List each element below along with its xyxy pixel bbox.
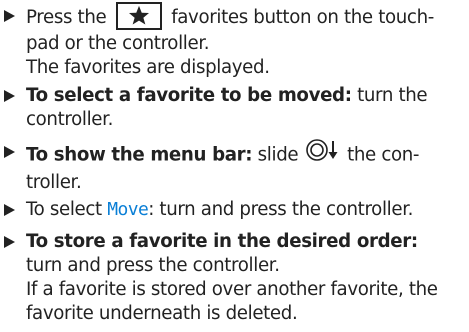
- step-select-favorite: To select a favorite to be moved: turn t…: [4, 84, 464, 132]
- step-text: To select: [26, 199, 108, 220]
- step-result: The favorites are displayed.: [26, 57, 270, 78]
- step-text: turn and press the controller.: [26, 255, 280, 276]
- step-show-menu-bar: To show the menu bar: slide the con- tro…: [4, 138, 464, 195]
- bullet-arrow-icon: [4, 236, 15, 248]
- step-heading: To show the menu bar:: [26, 144, 253, 166]
- step-text: Press the: [26, 7, 112, 28]
- step-result: favorite underneath is deleted.: [26, 303, 298, 324]
- step-result: If a favorite is stored over another fav…: [26, 279, 438, 300]
- bullet-arrow-icon: [4, 10, 15, 22]
- bullet-arrow-icon: [4, 90, 15, 102]
- step-text: pad or the controller.: [26, 33, 210, 54]
- step-text: the con-: [341, 144, 420, 166]
- menu-term-move: Move: [107, 199, 149, 220]
- step-press-favorites: Press the favorites button on the touch-…: [4, 2, 464, 80]
- slide-down-icon: [305, 138, 340, 169]
- bullet-arrow-icon: [4, 204, 15, 216]
- step-text: troller.: [26, 172, 82, 193]
- step-store-favorite: To store a favorite in the desired order…: [4, 230, 464, 326]
- step-text: turn the: [351, 85, 428, 106]
- step-text: : turn and press the controller.: [148, 199, 414, 220]
- instruction-list: Press the favorites button on the touch-…: [0, 0, 469, 332]
- step-select-move: To select Move: turn and press the contr…: [4, 198, 464, 222]
- step-text: slide: [252, 144, 304, 166]
- step-text: favorites button on the touch-: [165, 7, 434, 28]
- step-text: controller.: [26, 109, 114, 130]
- step-heading: To select a favorite to be moved:: [26, 85, 352, 106]
- step-heading: To store a favorite in the desired order…: [26, 231, 418, 252]
- bullet-arrow-icon: [4, 146, 15, 158]
- favorites-button-icon: [115, 2, 162, 30]
- star-icon: [128, 5, 149, 25]
